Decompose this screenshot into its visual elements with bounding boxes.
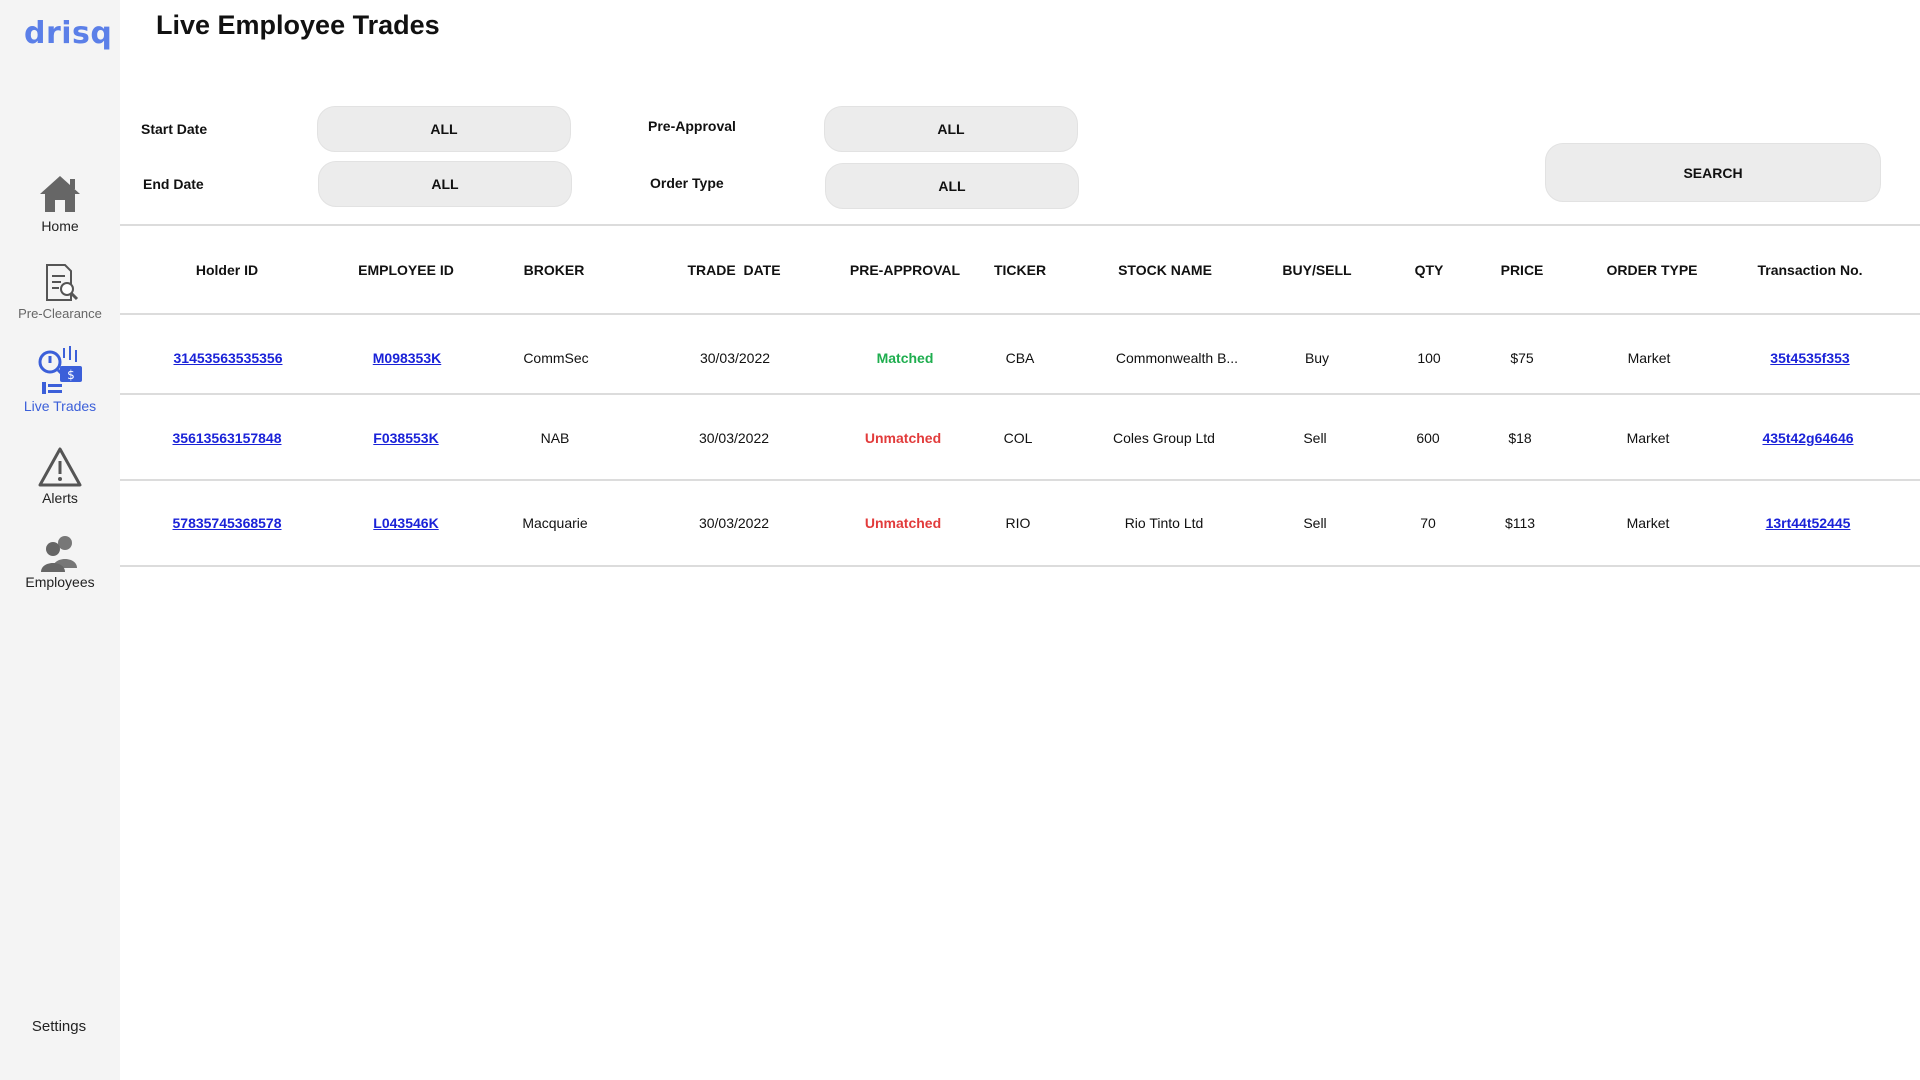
column-header-order-type: ORDER TYPE xyxy=(1606,262,1698,278)
app-logo: drisq xyxy=(24,16,113,51)
sidebar-item-label: Pre-Clearance xyxy=(18,306,102,321)
column-header-qty: QTY xyxy=(1414,262,1444,278)
divider xyxy=(120,565,1920,567)
column-header-transaction-no: Transaction No. xyxy=(1757,262,1863,278)
buy-sell-cell: Sell xyxy=(1303,515,1327,531)
pre-approval-status: Matched xyxy=(876,350,934,366)
price-cell: $75 xyxy=(1510,350,1534,366)
employees-icon xyxy=(41,536,77,572)
sidebar-item-employees[interactable]: Employees xyxy=(0,534,120,590)
broker-cell: Macquarie xyxy=(522,515,588,531)
order-type-cell: Market xyxy=(1626,430,1670,446)
pre-approval-status: Unmatched xyxy=(864,430,942,446)
page-title: Live Employee Trades xyxy=(156,10,440,40)
holder-id-link[interactable]: 57835745368578 xyxy=(172,515,281,531)
qty-cell: 600 xyxy=(1416,430,1440,446)
pre-approval-status: Unmatched xyxy=(864,515,942,531)
sidebar-item-settings[interactable]: Settings xyxy=(0,1018,118,1035)
column-header-broker: BROKER xyxy=(523,262,585,278)
broker-cell: NAB xyxy=(540,430,570,446)
trade-date-cell: 30/03/2022 xyxy=(699,350,771,366)
sidebar-item-label: Employees xyxy=(25,574,95,590)
trade-date-cell: 30/03/2022 xyxy=(698,515,770,531)
start-date-select[interactable]: ALL xyxy=(317,106,571,152)
order-type-cell: Market xyxy=(1626,515,1670,531)
column-header-ticker: TICKER xyxy=(993,262,1047,278)
end-date-label: End Date xyxy=(143,176,204,192)
divider xyxy=(120,313,1920,315)
stock-name-cell: Rio Tinto Ltd xyxy=(1124,515,1204,531)
divider xyxy=(120,479,1920,481)
live-trades-icon: $ xyxy=(38,346,82,394)
employee-id-link[interactable]: F038553K xyxy=(373,430,438,446)
transaction-no-link[interactable]: 435t42g64646 xyxy=(1762,430,1853,446)
ticker-cell: RIO xyxy=(1005,515,1031,531)
divider xyxy=(120,393,1920,395)
order-type-cell: Market xyxy=(1627,350,1671,366)
start-date-label: Start Date xyxy=(141,121,208,137)
broker-cell: CommSec xyxy=(523,350,589,366)
order-type-select[interactable]: ALL xyxy=(825,163,1079,209)
price-cell: $113 xyxy=(1504,515,1536,531)
transaction-no-link[interactable]: 13rt44t52445 xyxy=(1766,515,1851,531)
column-header-price: PRICE xyxy=(1500,262,1544,278)
employee-id-link[interactable]: L043546K xyxy=(373,515,438,531)
column-header-employee-id: EMPLOYEE ID xyxy=(358,262,454,278)
end-date-select[interactable]: ALL xyxy=(318,161,572,207)
pre-approval-label: Pre-Approval xyxy=(648,118,736,134)
holder-id-link[interactable]: 35613563157848 xyxy=(172,430,281,446)
svg-text:$: $ xyxy=(67,368,75,382)
holder-id-link[interactable]: 31453563535356 xyxy=(173,350,282,366)
price-cell: $18 xyxy=(1508,430,1532,446)
buy-sell-cell: Sell xyxy=(1303,430,1327,446)
alert-icon xyxy=(38,447,82,487)
buy-sell-cell: Buy xyxy=(1304,350,1330,366)
sidebar-item-alerts[interactable]: Alerts xyxy=(0,446,120,506)
sidebar-item-label: Live Trades xyxy=(23,398,97,414)
divider xyxy=(120,224,1920,226)
home-icon xyxy=(40,176,80,212)
ticker-cell: COL xyxy=(1003,430,1033,446)
sidebar: drisq Home Pre-Clearance $ Live Trades A… xyxy=(0,0,120,1080)
sidebar-item-pre-clearance[interactable]: Pre-Clearance xyxy=(0,262,120,321)
stock-name-cell: Commonwealth B... xyxy=(1115,350,1239,366)
column-header-buy-sell: BUY/SELL xyxy=(1282,262,1352,278)
ticker-cell: CBA xyxy=(1005,350,1035,366)
sidebar-item-label: Alerts xyxy=(42,490,78,506)
pre-approval-select[interactable]: ALL xyxy=(824,106,1078,152)
qty-cell: 100 xyxy=(1417,350,1441,366)
sidebar-item-home[interactable]: Home xyxy=(0,172,120,234)
sidebar-item-live-trades[interactable]: $ Live Trades xyxy=(0,344,120,414)
employee-id-link[interactable]: M098353K xyxy=(373,350,442,366)
transaction-no-link[interactable]: 35t4535f353 xyxy=(1770,350,1849,366)
stock-name-cell: Coles Group Ltd xyxy=(1113,430,1215,446)
qty-cell: 70 xyxy=(1420,515,1436,531)
column-header-holder-id: Holder ID xyxy=(195,262,259,278)
search-button[interactable]: SEARCH xyxy=(1545,143,1881,202)
document-search-icon xyxy=(46,264,79,301)
column-header-trade-date: TRADE DATE xyxy=(687,262,781,278)
order-type-label: Order Type xyxy=(650,175,724,191)
sidebar-item-label: Home xyxy=(41,218,79,234)
column-header-stock-name: STOCK NAME xyxy=(1118,262,1212,278)
trade-date-cell: 30/03/2022 xyxy=(698,430,770,446)
column-header-pre-approval: PRE-APPROVAL xyxy=(849,262,961,278)
